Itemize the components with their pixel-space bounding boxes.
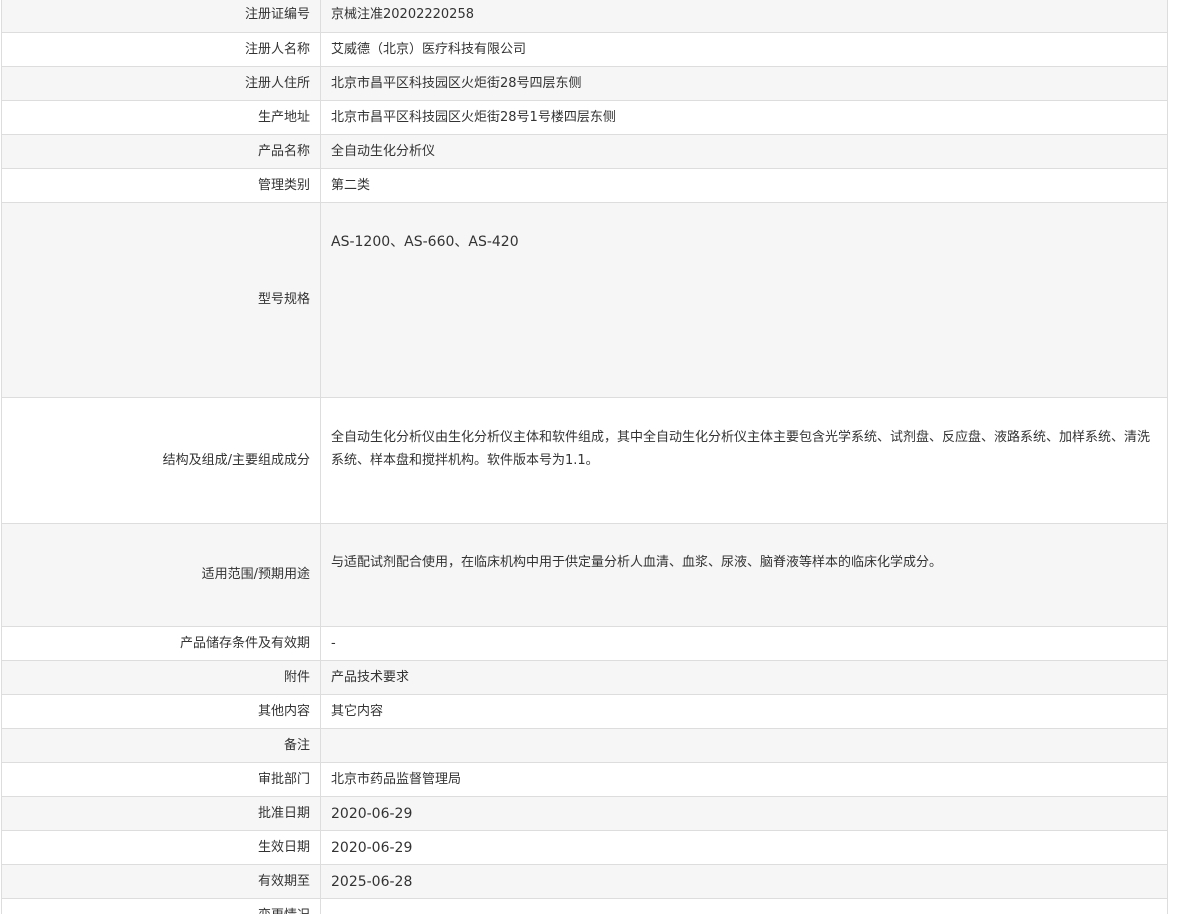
- label-registrant-name: 注册人名称: [1, 32, 321, 67]
- row-effective-date: 生效日期 2020-06-29: [1, 830, 1168, 865]
- value-model-spec: AS-1200、AS-660、AS-420: [320, 202, 1168, 398]
- row-storage-conditions: 产品储存条件及有效期 -: [1, 626, 1168, 661]
- row-management-category: 管理类别 第二类: [1, 168, 1168, 203]
- label-model-spec: 型号规格: [1, 202, 321, 398]
- row-attachments: 附件 产品技术要求: [1, 660, 1168, 695]
- row-change-status: 变更情况: [1, 898, 1168, 914]
- row-approval-date: 批准日期 2020-06-29: [1, 796, 1168, 831]
- value-intended-use: 与适配试剂配合使用，在临床机构中用于供定量分析人血清、血浆、尿液、脑脊液等样本的…: [320, 523, 1168, 627]
- row-registrant-address: 注册人住所 北京市昌平区科技园区火炬街28号四层东侧: [1, 66, 1168, 101]
- value-management-category: 第二类: [320, 168, 1168, 203]
- value-approval-date: 2020-06-29: [320, 796, 1168, 831]
- registration-detail-table: 注册证编号 京械注准20202220258 注册人名称 艾威德（北京）医疗科技有…: [1, 0, 1168, 914]
- label-storage-conditions: 产品储存条件及有效期: [1, 626, 321, 661]
- row-other-content: 其他内容 其它内容: [1, 694, 1168, 729]
- registration-detail-page: 注册证编号 京械注准20202220258 注册人名称 艾威德（北京）医疗科技有…: [0, 0, 1181, 914]
- value-registration-number: 京械注准20202220258: [320, 0, 1168, 33]
- row-model-spec: 型号规格 AS-1200、AS-660、AS-420: [1, 202, 1168, 398]
- row-registration-number: 注册证编号 京械注准20202220258: [1, 0, 1168, 33]
- value-production-address: 北京市昌平区科技园区火炬街28号1号楼四层东侧: [320, 100, 1168, 135]
- row-structure-composition: 结构及组成/主要组成成分 全自动生化分析仪由生化分析仪主体和软件组成，其中全自动…: [1, 397, 1168, 524]
- label-change-status: 变更情况: [1, 898, 321, 914]
- value-effective-date: 2020-06-29: [320, 830, 1168, 865]
- label-production-address: 生产地址: [1, 100, 321, 135]
- label-structure-composition: 结构及组成/主要组成成分: [1, 397, 321, 524]
- value-registrant-name: 艾威德（北京）医疗科技有限公司: [320, 32, 1168, 67]
- value-remarks: [320, 728, 1168, 763]
- value-registrant-address: 北京市昌平区科技园区火炬街28号四层东侧: [320, 66, 1168, 101]
- label-management-category: 管理类别: [1, 168, 321, 203]
- value-approval-department: 北京市药品监督管理局: [320, 762, 1168, 797]
- label-other-content: 其他内容: [1, 694, 321, 729]
- label-attachments: 附件: [1, 660, 321, 695]
- label-valid-until: 有效期至: [1, 864, 321, 899]
- label-registrant-address: 注册人住所: [1, 66, 321, 101]
- label-approval-date: 批准日期: [1, 796, 321, 831]
- value-change-status: [320, 898, 1168, 914]
- row-production-address: 生产地址 北京市昌平区科技园区火炬街28号1号楼四层东侧: [1, 100, 1168, 135]
- label-intended-use: 适用范围/预期用途: [1, 523, 321, 627]
- value-product-name: 全自动生化分析仪: [320, 134, 1168, 169]
- row-intended-use: 适用范围/预期用途 与适配试剂配合使用，在临床机构中用于供定量分析人血清、血浆、…: [1, 523, 1168, 627]
- row-approval-department: 审批部门 北京市药品监督管理局: [1, 762, 1168, 797]
- label-effective-date: 生效日期: [1, 830, 321, 865]
- row-product-name: 产品名称 全自动生化分析仪: [1, 134, 1168, 169]
- value-storage-conditions: -: [320, 626, 1168, 661]
- label-product-name: 产品名称: [1, 134, 321, 169]
- row-valid-until: 有效期至 2025-06-28: [1, 864, 1168, 899]
- label-remarks: 备注: [1, 728, 321, 763]
- value-attachments: 产品技术要求: [320, 660, 1168, 695]
- label-registration-number: 注册证编号: [1, 0, 321, 33]
- value-other-content: 其它内容: [320, 694, 1168, 729]
- row-remarks: 备注: [1, 728, 1168, 763]
- value-structure-composition: 全自动生化分析仪由生化分析仪主体和软件组成，其中全自动生化分析仪主体主要包含光学…: [320, 397, 1168, 524]
- label-approval-department: 审批部门: [1, 762, 321, 797]
- value-valid-until: 2025-06-28: [320, 864, 1168, 899]
- row-registrant-name: 注册人名称 艾威德（北京）医疗科技有限公司: [1, 32, 1168, 67]
